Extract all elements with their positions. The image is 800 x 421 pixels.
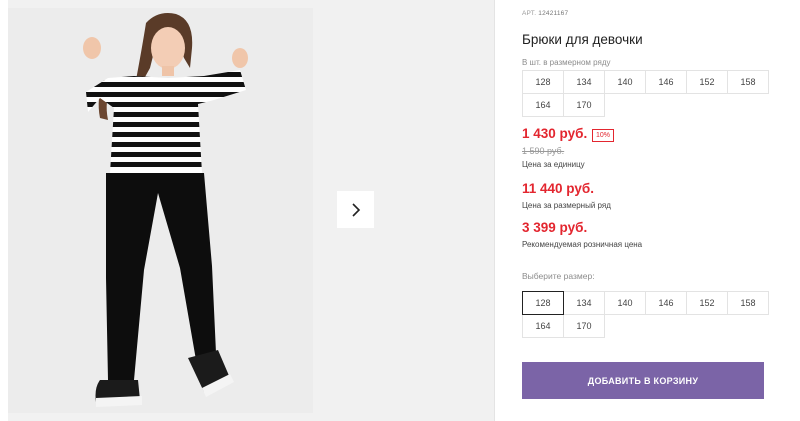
size-option[interactable]: 152 — [686, 291, 728, 315]
size-row-cell: 170 — [563, 93, 605, 117]
size-row-price: 11 440 руб. — [522, 181, 594, 196]
size-row-cell: 140 — [604, 70, 646, 94]
size-row-cell: 134 — [563, 70, 605, 94]
current-price: 1 430 руб. — [522, 126, 588, 141]
unit-price-note: Цена за единицу — [522, 160, 585, 169]
size-row-cell: 158 — [727, 70, 769, 94]
choose-size-label: Выберите размер: — [522, 271, 595, 281]
discount-badge: 10% — [592, 129, 615, 142]
product-title: Брюки для девочки — [522, 32, 643, 47]
size-row-grid: 128 134 140 146 152 158 164 170 — [522, 70, 769, 117]
size-option-selected[interactable]: 128 — [522, 291, 564, 315]
size-option[interactable]: 140 — [604, 291, 646, 315]
article-number: АРТ. 12421167 — [522, 10, 568, 17]
size-selector: 128 134 140 146 152 158 164 170 — [522, 291, 769, 338]
add-to-cart-button[interactable]: ДОБАВИТЬ В КОРЗИНУ — [522, 362, 764, 399]
size-option[interactable]: 164 — [522, 314, 564, 338]
article-label: АРТ. — [522, 10, 537, 17]
product-photo[interactable] — [8, 8, 313, 413]
size-option[interactable]: 158 — [727, 291, 769, 315]
retail-price: 3 399 руб. — [522, 220, 588, 235]
next-image-button[interactable] — [337, 191, 374, 228]
size-row-cell: 146 — [645, 70, 687, 94]
size-row-label: В шт. в размерном ряду — [522, 58, 611, 67]
model-illustration — [8, 8, 313, 413]
product-gallery — [0, 0, 494, 421]
size-row-cell: 164 — [522, 93, 564, 117]
article-value: 12421167 — [538, 10, 569, 17]
size-row-cell: 152 — [686, 70, 728, 94]
old-price: 1 590 руб. — [522, 146, 565, 156]
size-option[interactable]: 134 — [563, 291, 605, 315]
gallery-edge — [0, 0, 8, 421]
panel-divider — [494, 0, 495, 421]
retail-price-note: Рекомендуемая розничная цена — [522, 240, 643, 249]
size-row-price-note: Цена за размерный ряд — [522, 201, 611, 210]
size-option[interactable]: 146 — [645, 291, 687, 315]
size-row-cell: 128 — [522, 70, 564, 94]
chevron-right-icon — [351, 202, 360, 217]
size-option[interactable]: 170 — [563, 314, 605, 338]
